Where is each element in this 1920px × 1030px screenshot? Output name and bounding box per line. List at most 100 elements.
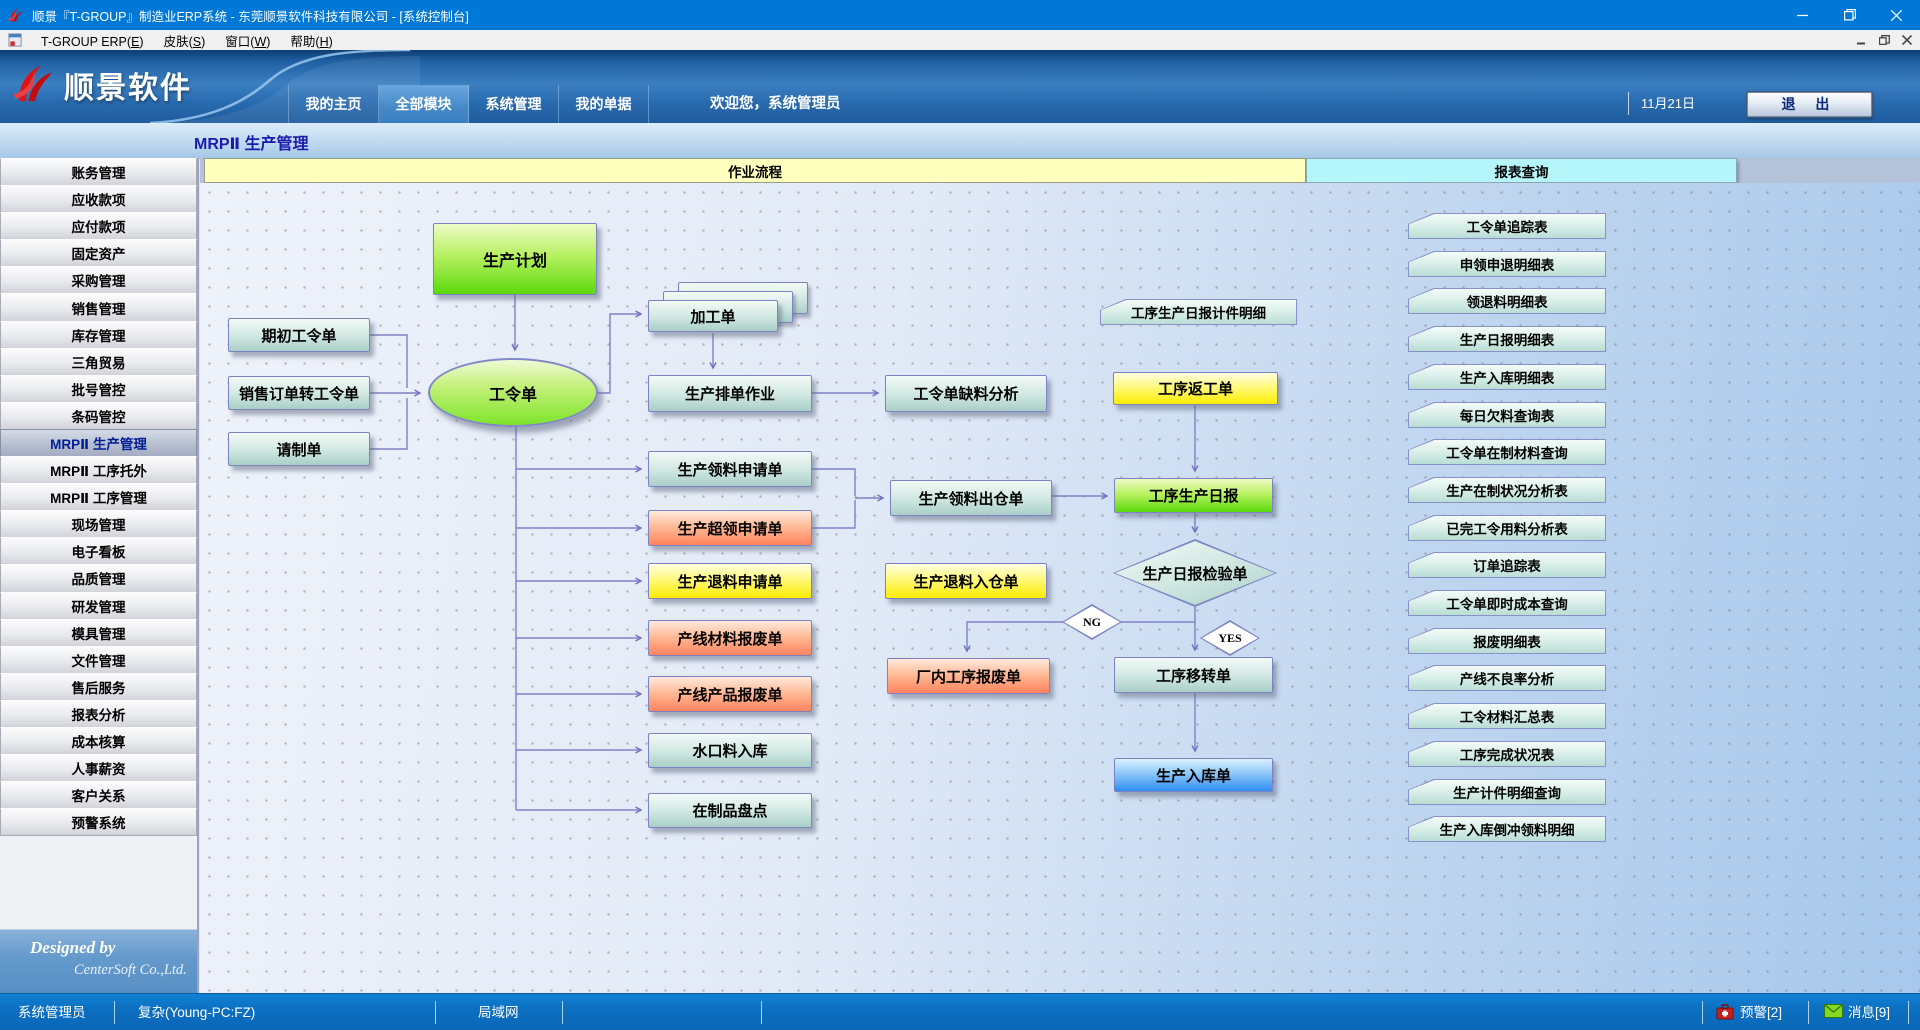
sidebar-item-20[interactable]: 售后服务 [0, 673, 197, 701]
sidebar-item-8[interactable]: 三角贸易 [0, 348, 197, 376]
flow-node-line-product-scrap[interactable]: 产线产品报废单 [648, 676, 812, 712]
flow-node-wip-stocktake[interactable]: 在制品盘点 [648, 793, 812, 828]
flow-node-process-transfer-order[interactable]: 工序移转单 [1114, 657, 1273, 693]
sidebar-item-2[interactable]: 应收款项 [0, 185, 197, 213]
status-separator-5 [1702, 1001, 1703, 1024]
flow-node-process-rework-order[interactable]: 工序返工单 [1113, 372, 1278, 405]
mdi-form-icon [8, 33, 23, 48]
flow-node-material-return-receipt[interactable]: 生产退料入仓单 [885, 563, 1047, 599]
sidebar-item-14[interactable]: 现场管理 [0, 510, 197, 538]
sidebar-item-4[interactable]: 固定资产 [0, 239, 197, 267]
sidebar-item-15[interactable]: 电子看板 [0, 537, 197, 565]
flow-node-line-material-scrap[interactable]: 产线材料报废单 [648, 620, 812, 656]
status-host: 复杂(Young-PC:FZ) [138, 994, 255, 1030]
flow-node-production-scheduling[interactable]: 生产排单作业 [648, 375, 812, 412]
flow-node-material-requisition[interactable]: 生产领料申请单 [648, 451, 812, 487]
sidebar-item-11[interactable]: MRPⅡ 生产管理 [0, 429, 197, 457]
sidebar-item-18[interactable]: 模具管理 [0, 619, 197, 647]
report-button-3[interactable]: 领退料明细表 [1408, 288, 1606, 314]
flow-node-production-inbound-order[interactable]: 生产入库单 [1114, 758, 1273, 792]
sidebar-item-13[interactable]: MRPⅡ 工序管理 [0, 483, 197, 511]
minimize-button[interactable] [1779, 0, 1826, 30]
message-icon [1824, 1004, 1843, 1018]
menu-tgroup-erp[interactable]: T-GROUP ERP(E) [31, 34, 154, 50]
sidebar-item-6[interactable]: 销售管理 [0, 293, 197, 321]
sidebar-item-23[interactable]: 人事薪资 [0, 754, 197, 782]
report-button-8[interactable]: 生产在制状况分析表 [1408, 477, 1606, 503]
sidebar-item-22[interactable]: 成本核算 [0, 727, 197, 755]
report-button-6[interactable]: 每日欠料查询表 [1408, 402, 1606, 428]
report-button-9[interactable]: 已完工令用料分析表 [1408, 515, 1606, 541]
mdi-restore-icon[interactable] [1879, 35, 1890, 45]
report-button-4[interactable]: 生产日报明细表 [1408, 326, 1606, 352]
report-button-13[interactable]: 产线不良率分析 [1408, 665, 1606, 691]
report-button-17[interactable]: 生产入库倒冲领料明细 [1408, 816, 1606, 842]
report-button-11[interactable]: 工令单即时成本查询 [1408, 590, 1606, 616]
flow-node-material-return-request[interactable]: 生产退料申请单 [648, 563, 812, 599]
mdi-minimize-icon[interactable] [1857, 36, 1867, 45]
close-button[interactable] [1873, 0, 1920, 30]
module-title-bar: MRPⅡ 生产管理 [0, 123, 1920, 159]
tab-all-modules[interactable]: 全部模块 [379, 85, 469, 123]
brand-logo: 顺景软件 [10, 62, 192, 108]
alert-icon [1716, 1004, 1734, 1020]
sidebar-item-25[interactable]: 预警系统 [0, 808, 197, 836]
menu-items-container: T-GROUP ERP(E)皮肤(S)窗口(W)帮助(H) [31, 31, 343, 50]
flow-node-excess-requisition[interactable]: 生产超领申请单 [648, 510, 812, 546]
sidebar-item-1[interactable]: 账务管理 [0, 158, 197, 186]
workflow-section-header: 作业流程 [204, 158, 1306, 183]
flow-node-initial-work-order[interactable]: 期初工令单 [228, 318, 370, 352]
date-label: 11月21日 [1628, 92, 1695, 115]
report-button-5[interactable]: 生产入库明细表 [1408, 364, 1606, 390]
flow-node-sprue-material-inbound[interactable]: 水口料入库 [648, 733, 812, 768]
flow-node-material-issue[interactable]: 生产领料出仓单 [890, 480, 1052, 516]
report-button-1[interactable]: 工令单追踪表 [1408, 213, 1606, 239]
sidebar-item-17[interactable]: 研发管理 [0, 592, 197, 620]
status-network: 局域网 [478, 994, 519, 1030]
menu-help[interactable]: 帮助(H) [280, 34, 342, 50]
sidebar-item-5[interactable]: 采购管理 [0, 266, 197, 294]
flow-node-process-daily-piecework-detail[interactable]: 工序生产日报计件明细 [1100, 299, 1297, 325]
sidebar-item-21[interactable]: 报表分析 [0, 700, 197, 728]
report-button-2[interactable]: 申领申退明细表 [1408, 251, 1606, 277]
report-button-12[interactable]: 报废明细表 [1408, 628, 1606, 654]
report-button-10[interactable]: 订单追踪表 [1408, 552, 1606, 578]
module-sidebar: 账务管理应收款项应付款项固定资产采购管理销售管理库存管理三角贸易批号管控条码管控… [0, 158, 199, 993]
tab-home[interactable]: 我的主页 [289, 85, 379, 123]
flow-node-sales-order-to-work-order[interactable]: 销售订单转工令单 [228, 376, 370, 410]
flow-node-work-order[interactable]: 工令单 [428, 358, 598, 427]
status-separator-4 [761, 1001, 762, 1024]
report-button-16[interactable]: 生产计件明细查询 [1408, 779, 1606, 805]
flow-node-request-order[interactable]: 请制单 [228, 432, 370, 466]
restore-button[interactable] [1826, 0, 1873, 30]
flow-node-process-order[interactable]: 加工单 [648, 282, 808, 336]
sidebar-item-12[interactable]: MRPⅡ 工序托外 [0, 456, 197, 484]
flow-node-production-plan[interactable]: 生产计划 [433, 223, 597, 295]
report-button-7[interactable]: 工令单在制材料查询 [1408, 439, 1606, 465]
menu-window[interactable]: 窗口(W) [215, 34, 280, 50]
exit-button[interactable]: 退 出 [1747, 92, 1872, 117]
status-messages[interactable]: 消息[9] [1848, 994, 1890, 1030]
sidebar-item-9[interactable]: 批号管控 [0, 375, 197, 403]
title-bar: 顺景『T-GROUP』制造业ERP系统 - 东莞顺景软件科技有限公司 - [系统… [0, 0, 1920, 30]
status-alerts[interactable]: 预警[2] [1740, 994, 1782, 1030]
mdi-close-icon[interactable] [1902, 35, 1912, 45]
brand-logo-icon [10, 62, 56, 108]
sidebar-item-10[interactable]: 条码管控 [0, 402, 197, 430]
flow-node-in-plant-process-scrap[interactable]: 厂内工序报废单 [887, 658, 1050, 694]
erp-application-window: 顺景『T-GROUP』制造业ERP系统 - 东莞顺景软件科技有限公司 - [系统… [0, 0, 1920, 1030]
sidebar-item-16[interactable]: 品质管理 [0, 564, 197, 592]
header-banner: 顺景软件 我的主页全部模块系统管理我的单据 欢迎您，系统管理员 11月21日 退… [0, 50, 1920, 123]
menu-skin[interactable]: 皮肤(S) [154, 34, 216, 50]
sidebar-item-7[interactable]: 库存管理 [0, 321, 197, 349]
flow-node-work-order-shortage-analysis[interactable]: 工令单缺料分析 [885, 375, 1047, 412]
sidebar-item-3[interactable]: 应付款项 [0, 212, 197, 240]
status-user: 系统管理员 [18, 994, 86, 1030]
tab-system[interactable]: 系统管理 [469, 85, 559, 123]
tab-documents[interactable]: 我的单据 [559, 85, 649, 123]
report-button-15[interactable]: 工序完成状况表 [1408, 741, 1606, 767]
sidebar-item-19[interactable]: 文件管理 [0, 646, 197, 674]
flow-node-process-daily-report[interactable]: 工序生产日报 [1114, 478, 1273, 513]
sidebar-item-24[interactable]: 客户关系 [0, 781, 197, 809]
report-button-14[interactable]: 工令材料汇总表 [1408, 703, 1606, 729]
